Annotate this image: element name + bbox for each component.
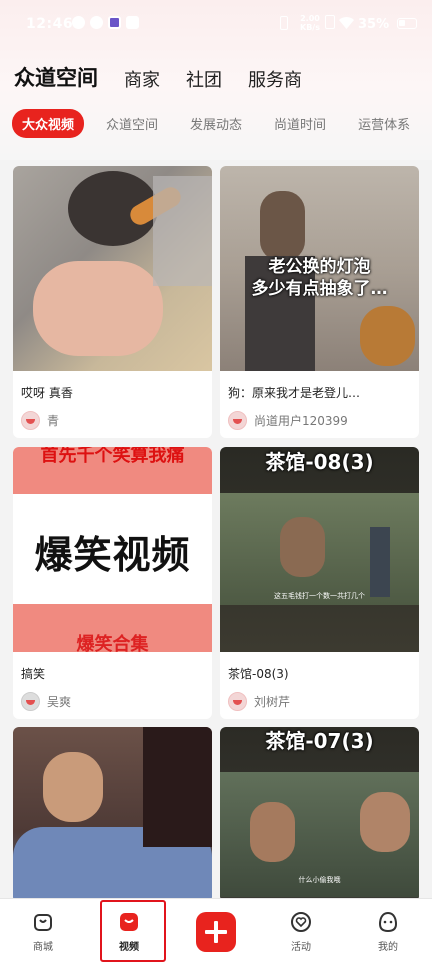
- actor-figure: [250, 802, 295, 862]
- image-icon: [126, 16, 139, 29]
- heart-icon: [291, 912, 311, 932]
- video-title: 茶馆-08(3): [228, 667, 289, 681]
- actor-figure-2: [360, 792, 410, 852]
- nav-shop-label: 商城: [33, 942, 53, 953]
- video-thumbnail: 茶馆-08(3) 这五毛钱打一个数一共打几个: [220, 447, 419, 652]
- author-name: 尚道用户120399: [254, 414, 348, 428]
- tab-service-provider[interactable]: 服务商: [248, 66, 302, 92]
- vibrate-icon: [280, 16, 288, 30]
- network-speed-unit: KB/s: [300, 23, 320, 32]
- battery-icon: [397, 18, 417, 29]
- nav-video[interactable]: 视频: [99, 911, 159, 953]
- thumbnail-top-text: 首先千个笑算我痛: [40, 447, 185, 466]
- video-author: 吴爽: [21, 692, 71, 711]
- sub-tabs: 大众视频 众道空间 发展动态 尚道时间 运营体系: [12, 109, 432, 138]
- video-card[interactable]: 老公换的灯泡 多少有点抽象了… 狗：原来我才是老登儿… 尚道用户120399: [220, 166, 419, 438]
- video-author: 青: [21, 411, 59, 430]
- app-notification-icon: [72, 16, 85, 29]
- person-hair: [143, 727, 212, 847]
- video-thumbnail: 茶馆-07(3) 什么小偷我哦: [220, 727, 419, 902]
- nfc-icon: [325, 15, 335, 29]
- plush-background: [153, 176, 212, 286]
- hand-figure: [33, 261, 163, 356]
- video-thumbnail: [13, 166, 212, 371]
- dog-figure: [360, 306, 415, 366]
- video-card[interactable]: [13, 727, 212, 902]
- subtab-popular-video[interactable]: 大众视频: [12, 109, 85, 138]
- nav-profile-label: 我的: [378, 942, 398, 953]
- nav-activity-label: 活动: [291, 942, 311, 953]
- thumbnail-overlay-text: 老公换的灯泡 多少有点抽象了…: [251, 257, 388, 299]
- sync-icon: [90, 16, 103, 29]
- person-face: [43, 752, 103, 822]
- video-card[interactable]: 首先千个笑算我痛 爆笑视频 爆笑合集 搞笑 吴爽: [13, 447, 212, 719]
- author-name: 吴爽: [47, 695, 72, 709]
- profile-icon: [378, 911, 398, 933]
- nav-activity[interactable]: 活动: [271, 911, 331, 953]
- thumbnail-title-text: 茶馆-07(3): [265, 729, 374, 753]
- video-thumbnail: 首先千个笑算我痛 爆笑视频 爆笑合集: [13, 447, 212, 652]
- video-icon: [120, 913, 138, 931]
- video-thumbnail: [13, 727, 212, 902]
- status-bar: 12:46 2.00 KB/s 35%: [0, 0, 432, 48]
- subtab-operation-system[interactable]: 运营体系: [348, 109, 420, 138]
- thumbnail-bottom-text: 爆笑合集: [76, 634, 149, 652]
- author-avatar: [228, 692, 247, 711]
- nav-profile[interactable]: 我的: [358, 911, 418, 953]
- video-title: 哎呀 真香: [21, 386, 73, 400]
- nav-video-label: 视频: [119, 942, 139, 953]
- nav-shop[interactable]: 商城: [13, 911, 73, 953]
- subtitle-caption: 这五毛钱打一个数一共打几个: [274, 592, 365, 600]
- author-avatar: [228, 411, 247, 430]
- video-card[interactable]: 哎呀 真香 青: [13, 166, 212, 438]
- video-thumbnail: 老公换的灯泡 多少有点抽象了…: [220, 166, 419, 371]
- video-author: 尚道用户120399: [228, 411, 348, 430]
- video-card[interactable]: 茶馆-08(3) 这五毛钱打一个数一共打几个 茶馆-08(3) 刘树芹: [220, 447, 419, 719]
- actor-figure: [280, 517, 325, 577]
- battery-percent: 35%: [358, 17, 390, 32]
- tab-zhongdao-space[interactable]: 众道空间: [14, 62, 98, 92]
- video-author: 刘树芹: [228, 692, 290, 711]
- author-avatar: [21, 692, 40, 711]
- subtitle-caption: 什么小偷我哦: [298, 876, 341, 884]
- network-speed: 2.00 KB/s: [300, 14, 320, 32]
- video-title: 狗：原来我才是老登儿…: [228, 386, 361, 400]
- tab-merchant[interactable]: 商家: [124, 66, 160, 92]
- subtab-zhongdao-space[interactable]: 众道空间: [96, 109, 168, 138]
- author-name: 刘树芹: [254, 695, 291, 709]
- subtab-development[interactable]: 发展动态: [180, 109, 252, 138]
- shop-icon: [34, 914, 52, 931]
- network-speed-value: 2.00: [300, 14, 320, 23]
- person-figure: [260, 191, 305, 261]
- tab-club[interactable]: 社团: [186, 66, 222, 92]
- author-name: 青: [47, 414, 60, 428]
- status-time: 12:46: [26, 16, 74, 32]
- app-screen: 12:46 2.00 KB/s 35% 众道空间 商家 社团 服务商 大众视频 …: [0, 0, 432, 964]
- wifi-icon: [339, 17, 354, 29]
- subtab-shangdao-time[interactable]: 尚道时间: [264, 109, 336, 138]
- video-app-icon: [108, 16, 121, 29]
- main-tabs: 众道空间 商家 社团 服务商: [14, 62, 302, 92]
- author-avatar: [21, 411, 40, 430]
- thumbnail-main-text: 爆笑视频: [34, 533, 191, 577]
- thumbnail-title-text: 茶馆-08(3): [265, 450, 374, 474]
- video-card[interactable]: 茶馆-07(3) 什么小偷我哦: [220, 727, 419, 902]
- plus-icon-horizontal: [205, 930, 227, 934]
- create-post-button[interactable]: [196, 912, 236, 952]
- video-title: 搞笑: [21, 667, 46, 681]
